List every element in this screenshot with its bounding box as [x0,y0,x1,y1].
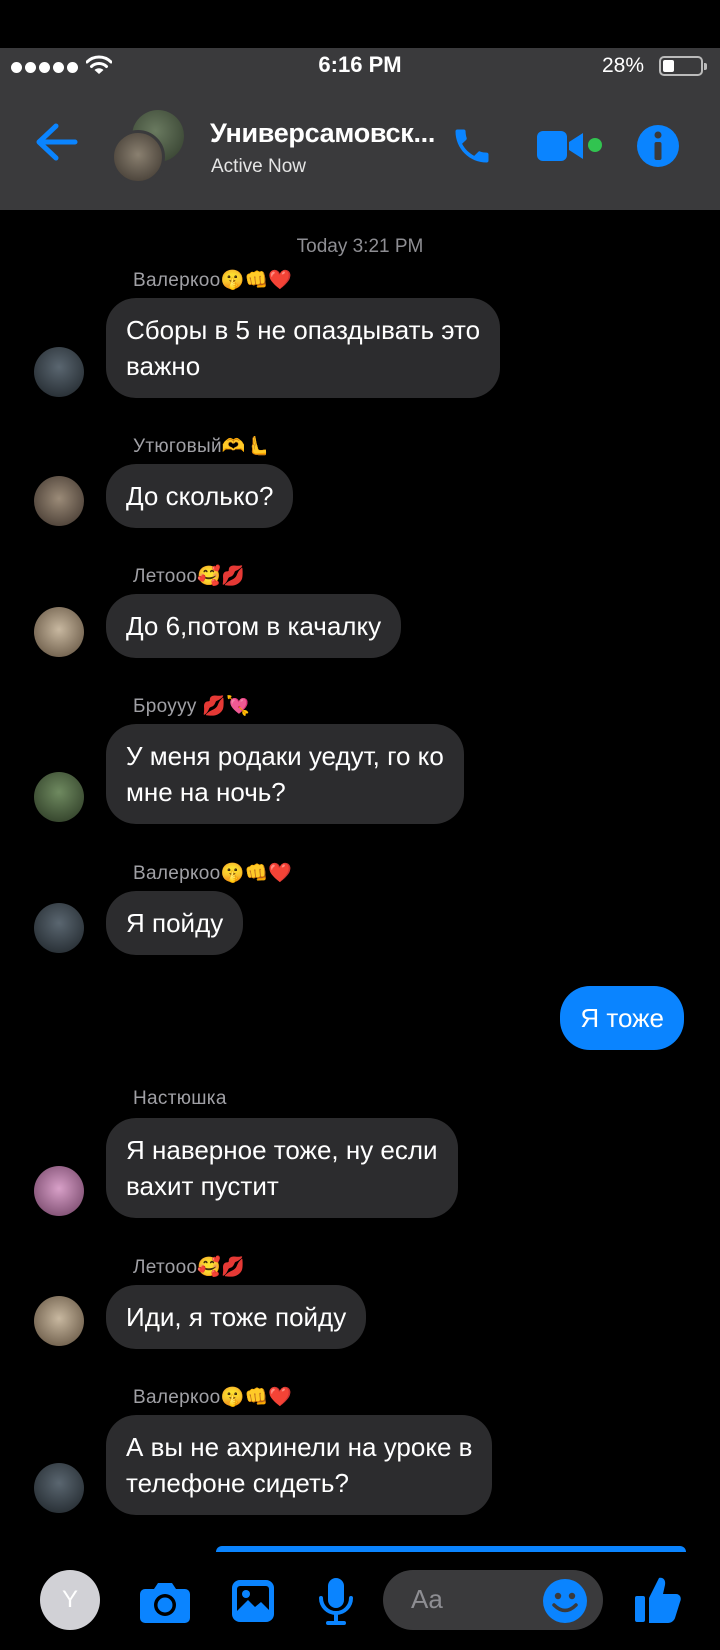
sender-name: Валеркоо🤫👊❤️ [133,1387,293,1408]
conversation-timestamp: Today 3:21 PM [296,236,424,257]
sender-name: Летооо🥰💋 [133,566,246,587]
input-placeholder: Aa [411,1584,443,1614]
top-black-band [0,0,720,48]
partial-message-bubble [216,1546,686,1552]
user-avatar-button[interactable]: Y [40,1570,100,1630]
message-bubble[interactable]: До 6,потом в качалку [106,594,402,658]
photo-icon[interactable] [230,1578,276,1624]
sender-avatar[interactable] [34,1296,84,1346]
sender-name: Валеркоо🤫👊❤️ [133,270,293,291]
camera-icon[interactable] [139,1580,191,1624]
sender-avatar[interactable] [34,1166,84,1216]
my-message-bubble[interactable]: Я тоже [560,986,684,1050]
info-icon[interactable] [636,124,680,168]
message-bubble[interactable]: А вы не ахринели на уроке в телефоне сид… [106,1415,493,1515]
battery-icon [659,56,707,76]
sender-avatar[interactable] [34,607,84,657]
phone-icon[interactable] [450,124,494,168]
sender-name: Летооо🥰💋 [133,1257,246,1278]
message-bubble[interactable]: До сколько? [106,464,294,528]
sender-avatar[interactable] [34,772,84,822]
active-status: Active Now [211,156,307,177]
sender-name: Настюшка [133,1088,227,1109]
back-arrow-icon[interactable] [34,122,78,162]
video-icon[interactable] [536,128,586,164]
sender-avatar[interactable] [34,1463,84,1513]
message-bubble[interactable]: Я пойду [106,891,244,955]
chat-title[interactable]: Универсамовск... [210,118,435,149]
sender-avatar[interactable] [34,476,84,526]
message-bubble[interactable]: Я наверное тоже, ну если вахит пустит [106,1118,458,1218]
battery-percent: 28% [602,54,645,77]
sender-avatar[interactable] [34,903,84,953]
microphone-icon[interactable] [316,1576,356,1628]
message-bubble[interactable]: Сборы в 5 не опаздывать это важно [106,298,501,398]
sender-name: Броууу 💋💘 [133,696,251,717]
emoji-icon[interactable] [542,1578,588,1624]
group-avatar-front[interactable] [111,130,165,184]
message-bubble[interactable]: Иди, я тоже пойду [106,1285,367,1349]
sender-avatar[interactable] [34,347,84,397]
sender-name: Утюговый🫶🫷 [133,436,270,457]
sender-name: Валеркоо🤫👊❤️ [133,863,293,884]
thumbs-up-icon[interactable] [633,1574,683,1626]
online-dot [588,138,602,152]
message-bubble[interactable]: У меня родаки уедут, го ко мне на ночь? [106,724,464,824]
